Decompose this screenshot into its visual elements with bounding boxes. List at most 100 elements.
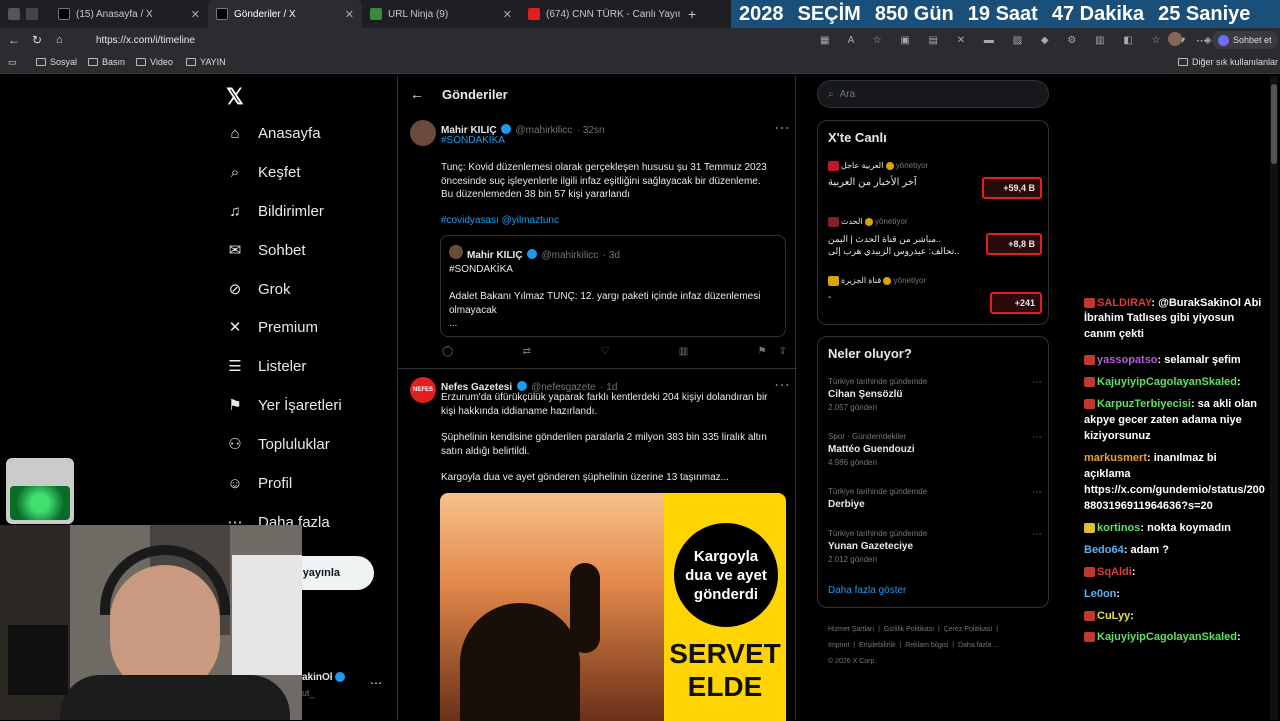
tweet[interactable]: NEFES Nefes Gazetesi @nefesgazete · 1d ⋯…: [398, 368, 797, 721]
address-toolbar: ← ↻ ⌂ https://x.com/i/timeline ▦ A ☆ ▣ ▤…: [0, 28, 1280, 52]
reload-icon[interactable]: ↻: [32, 33, 42, 47]
trend-item[interactable]: Spor · Gündemdekiler Mattéo Guendouzi 4.…: [828, 432, 1042, 467]
hashtag-links[interactable]: #covidyasası @yilmaztunc: [441, 214, 559, 228]
trend-more-icon[interactable]: ⋯: [1032, 432, 1042, 443]
tab-anasayfa[interactable]: (15) Anasayfa / X ✕: [50, 0, 208, 28]
copilot-icon: [1218, 34, 1229, 46]
trend-item[interactable]: Türkiye tarihinde gündemde Yunan Gazetec…: [828, 529, 1042, 564]
bookmark-icon[interactable]: ⚑: [758, 346, 767, 357]
ninja-favicon-icon: [370, 8, 382, 20]
bell-icon: ♫: [229, 202, 241, 220]
tweet[interactable]: Mahir KILIÇ @mahirkilicc · 32sn ⋯ #SONDA…: [398, 112, 797, 368]
folder-icon: [186, 58, 196, 66]
badge-icon: [1084, 567, 1095, 578]
countdown-minutes: 47 Dakika: [1051, 2, 1145, 25]
chat-button[interactable]: Sohbet et: [1212, 31, 1278, 49]
live-viewers-badge: +241: [990, 292, 1042, 314]
bookmark-basin[interactable]: Basın: [88, 57, 125, 67]
back-icon[interactable]: ←: [8, 33, 20, 47]
bookmarks-menu-icon[interactable]: ▭: [8, 57, 17, 68]
tweet-more-icon[interactable]: ⋯: [774, 375, 790, 395]
reply-icon[interactable]: ◯: [442, 346, 453, 357]
youtube-favicon-icon: [528, 8, 540, 20]
tab-gonderiler[interactable]: Gönderiler / X ✕: [208, 0, 362, 28]
search-input[interactable]: ⌕ Ara: [817, 80, 1049, 108]
trend-more-icon[interactable]: ⋯: [1032, 529, 1042, 540]
avatar[interactable]: [410, 120, 436, 146]
tweet-more-icon[interactable]: ⋯: [774, 118, 790, 138]
headline-circle: Kargoyla dua ve ayet gönderdi: [674, 523, 778, 627]
trend-item[interactable]: Türkiye tarihinde gündemde Derbiye ⋯: [828, 487, 1042, 510]
close-icon[interactable]: ✕: [191, 8, 200, 21]
praying-silhouette-image: [440, 493, 664, 721]
close-icon[interactable]: ✕: [503, 8, 512, 21]
account-more-icon[interactable]: ⋯: [370, 676, 382, 690]
sidebar-item-lists[interactable]: ☰ Listeler: [226, 357, 306, 376]
account-name[interactable]: akinOl: [302, 672, 346, 683]
retweet-icon[interactable]: ⇄: [523, 346, 531, 357]
avatar[interactable]: [1168, 32, 1182, 46]
sidebar-item-home[interactable]: ⌂ Anasayfa: [226, 124, 320, 142]
list-icon: ☰: [228, 358, 242, 375]
chat-line: CuLyy:: [1084, 609, 1134, 624]
tab-url-ninja[interactable]: URL Ninja (9) ✕: [362, 0, 520, 28]
new-tab-button[interactable]: +: [680, 0, 710, 28]
window-controls[interactable]: [0, 0, 50, 28]
home-icon[interactable]: ⌂: [56, 34, 63, 46]
show-more-link[interactable]: Daha fazla göster: [828, 585, 906, 596]
quoted-tweet[interactable]: Mahir KILIÇ @mahirkilicc · 3d #SONDAKİKA…: [440, 235, 786, 337]
stream-jar-overlay: [6, 458, 74, 524]
mail-icon: ✉: [228, 242, 242, 259]
bookmark-yayin[interactable]: YAYIN: [186, 57, 226, 67]
more-icon[interactable]: ⋯: [1196, 34, 1207, 47]
sidebar-item-premium[interactable]: ✕ Premium: [226, 318, 318, 337]
x-favicon-icon: [58, 8, 70, 20]
chat-line: yassopatso: selamalr şefim: [1084, 353, 1241, 368]
footer-links: Hizmet Şartları | Gizlilik Politikası | …: [828, 626, 1000, 665]
channel-logo-icon: [828, 217, 839, 227]
sidebar-item-grok[interactable]: ⊘ Grok: [226, 280, 291, 299]
live-viewers-badge: +59,4 B: [982, 177, 1042, 199]
countdown-hours: 19 Saat: [967, 2, 1038, 25]
x-logo-icon[interactable]: 𝕏: [226, 84, 244, 110]
address-input[interactable]: https://x.com/i/timeline: [80, 30, 780, 50]
countdown-seconds: 25 Saniye: [1158, 2, 1251, 25]
tab-cnn-turk[interactable]: (674) CNN TÜRK - Canlı Yayın✕: [520, 0, 680, 28]
timeline-header: ← Gönderiler: [398, 76, 797, 112]
like-icon[interactable]: ♡: [600, 346, 609, 357]
trends-title: Neler oluyor?: [828, 346, 912, 361]
sidebar-item-communities[interactable]: ⚇ Topluluklar: [226, 435, 329, 454]
views-icon[interactable]: ▥: [679, 346, 688, 357]
live-item[interactable]: الحدث yönetiyor مباشر من قناة الحدث | ال…: [828, 217, 1042, 261]
share-icon[interactable]: ⇪: [779, 346, 787, 357]
hashtag-link[interactable]: #SONDAKİKA: [441, 134, 505, 148]
live-item[interactable]: العربية عاجل yönetiyor آخر الأخبار من ال…: [828, 161, 1042, 205]
chat-line: KajuyiyipCagolayanSkaled:: [1084, 375, 1241, 390]
badge-icon: [1084, 632, 1095, 643]
bookmark-sosyal[interactable]: Sosyal: [36, 57, 77, 67]
sidebar-item-explore[interactable]: ⌕ Keşfet: [226, 163, 301, 181]
webcam-shirt: [60, 675, 290, 720]
chat-line: kortinos: nokta koymadın: [1084, 521, 1231, 536]
bookmark-video[interactable]: Video: [136, 57, 173, 67]
page-scrollbar[interactable]: [1270, 76, 1278, 720]
sidebar-item-bookmarks[interactable]: ⚑ Yer İşaretleri: [226, 396, 341, 415]
main-timeline: ← Gönderiler Mahir KILIÇ @mahirkilicc · …: [397, 76, 797, 721]
chat-line: Le0on:: [1084, 588, 1121, 600]
extension-icons[interactable]: ▦ A ☆ ▣ ▤ ✕ ▬ ▨ ◆ ⚙ ▥ ◧ ☆ ♥ ◈: [820, 35, 1220, 46]
chat-line: Bedo64: adam ?: [1084, 544, 1169, 556]
trend-item[interactable]: Türkiye tarihinde gündemde Cihan Şensözl…: [828, 377, 1042, 412]
headline-panel: Kargoyla dua ve ayet gönderdi SERVET ELD…: [664, 493, 786, 721]
live-item[interactable]: قناة الجزيرة yönetiyor - +241: [828, 276, 1042, 320]
bookmarks-bar: ▭ Sosyal Basın Video YAYIN Diğer sık kul…: [0, 52, 1280, 74]
avatar[interactable]: NEFES: [410, 377, 436, 403]
sidebar-item-chat[interactable]: ✉ Sohbet: [226, 241, 306, 260]
trend-more-icon[interactable]: ⋯: [1032, 487, 1042, 498]
bookmark-other[interactable]: Diğer sık kullanılanlar: [1178, 57, 1278, 67]
sidebar-item-notifications[interactable]: ♫ Bildirimler: [226, 202, 323, 220]
back-arrow-icon[interactable]: ←: [410, 86, 424, 102]
trend-more-icon[interactable]: ⋯: [1032, 377, 1042, 388]
close-icon[interactable]: ✕: [345, 8, 354, 21]
sidebar-item-profile[interactable]: ☺ Profil: [226, 474, 292, 492]
tweet-image[interactable]: Kargoyla dua ve ayet gönderdi SERVET ELD…: [440, 493, 786, 721]
